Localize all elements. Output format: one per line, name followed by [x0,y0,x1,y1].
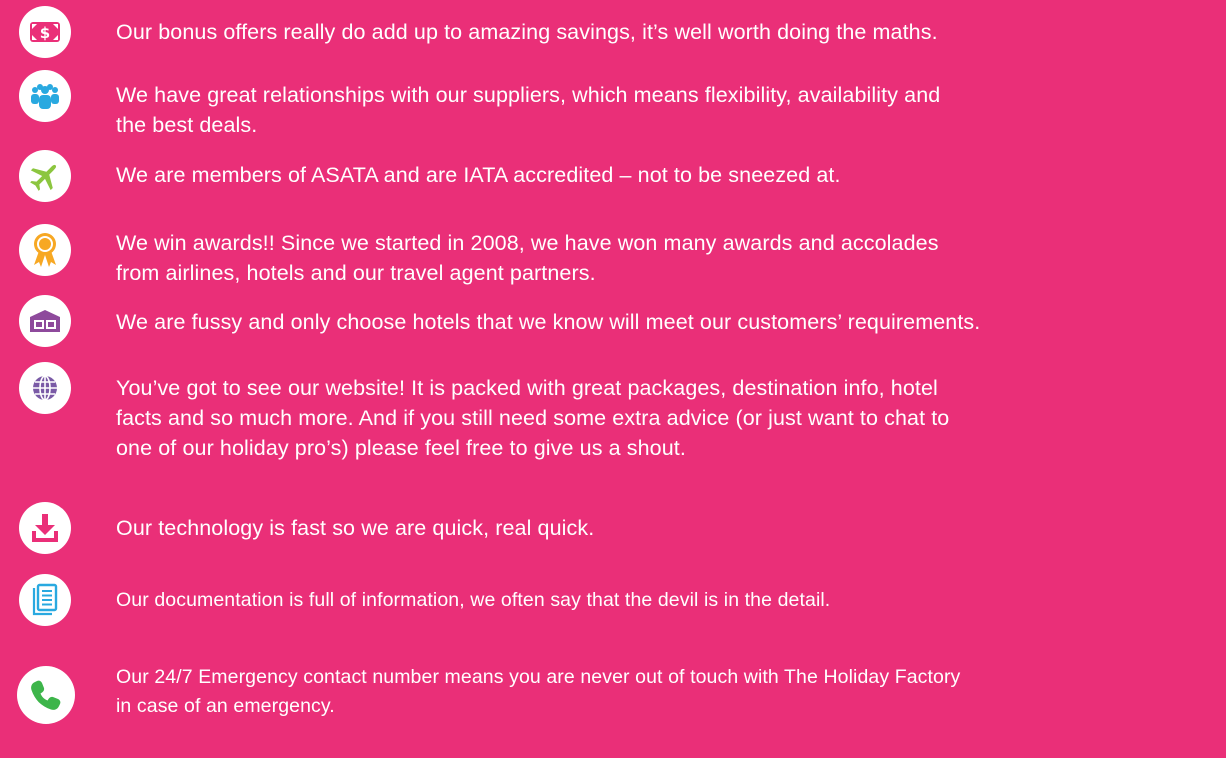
feature-text-line: facts and so much more. And if you still… [116,406,950,430]
feature-text-line: We have great relationships with our sup… [116,83,941,107]
money-icon: $ [19,6,71,58]
feature-text: Our 24/7 Emergency contact number means … [116,663,1222,721]
feature-text-line: We are fussy and only choose hotels that… [116,310,981,334]
phone-icon [17,666,75,724]
award-ribbon-icon [19,224,71,276]
download-icon [19,502,71,554]
feature-text: Our bonus offers really do add up to ama… [116,17,1222,47]
feature-text-line: We win awards!! Since we started in 2008… [116,231,939,255]
feature-text-line: Our 24/7 Emergency contact number means … [116,666,961,688]
feature-text-line: the best deals. [116,113,258,137]
hotel-icon [19,295,71,347]
feature-text-line: one of our holiday pro’s) please feel fr… [116,436,686,460]
feature-text: Our documentation is full of information… [116,586,1222,615]
feature-text: We are members of ASATA and are IATA acc… [116,160,1222,190]
feature-text-line: from airlines, hotels and our travel age… [116,261,596,285]
feature-text-line: You’ve got to see our website! It is pac… [116,376,938,400]
feature-list: $ Our bonus offers really do add up to a… [0,0,1226,758]
feature-text-line: Our technology is fast so we are quick, … [116,516,595,540]
feature-text-line: We are members of ASATA and are IATA acc… [116,163,841,187]
feature-text: Our technology is fast so we are quick, … [116,513,1222,543]
feature-text: We are fussy and only choose hotels that… [116,307,1222,337]
airplane-icon [19,150,71,202]
people-icon [19,70,71,122]
document-icon [19,574,71,626]
feature-text: You’ve got to see our website! It is pac… [116,373,1222,463]
globe-icon [19,362,71,414]
feature-text: We win awards!! Since we started in 2008… [116,228,1222,288]
svg-text:$: $ [40,24,50,42]
feature-text: We have great relationships with our sup… [116,80,1222,140]
feature-text-line: Our documentation is full of information… [116,589,831,611]
feature-text-line: in case of an emergency. [116,695,335,717]
feature-text-line: Our bonus offers really do add up to ama… [116,20,938,44]
